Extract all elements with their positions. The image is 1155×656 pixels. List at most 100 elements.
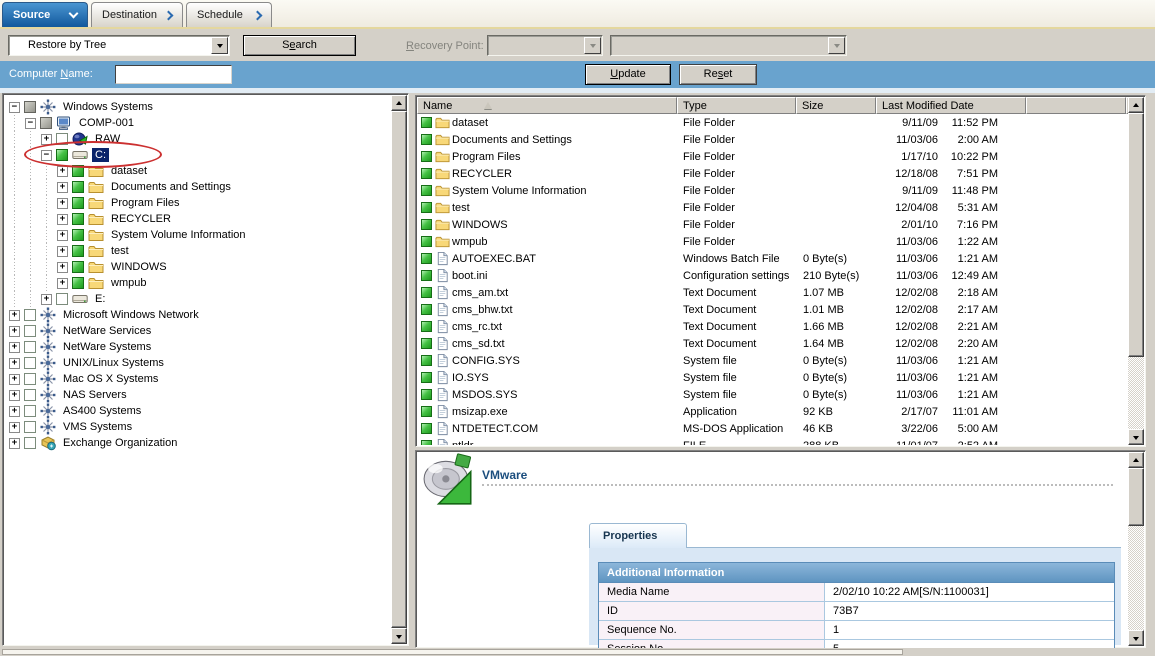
- expand-icon[interactable]: +: [57, 166, 68, 177]
- file-row[interactable]: cms_sd.txtText Document1.64 MB12/02/082:…: [417, 335, 1128, 352]
- file-row[interactable]: boot.iniConfiguration settings210 Byte(s…: [417, 267, 1128, 284]
- file-row[interactable]: RECYCLERFile Folder12/18/087:51 PM: [417, 165, 1128, 182]
- file-checkbox-checked[interactable]: [421, 440, 432, 445]
- tree-item-label[interactable]: dataset: [108, 164, 150, 178]
- scroll-up-button[interactable]: [1128, 97, 1144, 113]
- tree-item-label[interactable]: AS400 Systems: [60, 404, 144, 418]
- expand-icon[interactable]: +: [41, 294, 52, 305]
- file-checkbox-checked[interactable]: [421, 287, 432, 298]
- tree-checkbox-checked[interactable]: [72, 261, 84, 273]
- tree-item-label[interactable]: E:: [92, 292, 108, 306]
- tree-item-label[interactable]: WINDOWS: [108, 260, 170, 274]
- tree-item-label[interactable]: Microsoft Windows Network: [60, 308, 202, 322]
- expand-icon[interactable]: +: [57, 230, 68, 241]
- expand-icon[interactable]: +: [9, 422, 20, 433]
- expand-icon[interactable]: +: [9, 438, 20, 449]
- expand-icon[interactable]: +: [9, 390, 20, 401]
- expand-icon[interactable]: +: [57, 182, 68, 193]
- tree-checkbox-unchecked[interactable]: [24, 325, 36, 337]
- tree-item-label[interactable]: Windows Systems: [60, 100, 156, 114]
- tree-checkbox-unchecked[interactable]: [24, 357, 36, 369]
- file-row[interactable]: msizap.exeApplication92 KB2/17/0711:01 A…: [417, 403, 1128, 420]
- tree-checkbox-checked[interactable]: [72, 229, 84, 241]
- tree-item-label[interactable]: NAS Servers: [60, 388, 130, 402]
- tree-item-label[interactable]: UNIX/Linux Systems: [60, 356, 167, 370]
- expand-icon[interactable]: +: [57, 262, 68, 273]
- tree-item-label[interactable]: Mac OS X Systems: [60, 372, 161, 386]
- column-header-type[interactable]: Type: [677, 97, 796, 114]
- tree-checkbox-unchecked[interactable]: [24, 421, 36, 433]
- file-row[interactable]: Program FilesFile Folder1/17/1010:22 PM: [417, 148, 1128, 165]
- file-checkbox-checked[interactable]: [421, 321, 432, 332]
- file-checkbox-checked[interactable]: [421, 134, 432, 145]
- tree-item-label[interactable]: Program Files: [108, 196, 182, 210]
- dropdown-arrow-icon[interactable]: [211, 37, 228, 54]
- tab-properties[interactable]: Properties: [589, 523, 687, 548]
- reset-button[interactable]: Reset: [679, 64, 757, 85]
- tree-item-label[interactable]: NetWare Services: [60, 324, 154, 338]
- file-row[interactable]: datasetFile Folder9/11/0911:52 PM: [417, 114, 1128, 131]
- details-scrollbar[interactable]: [1128, 452, 1144, 646]
- file-checkbox-checked[interactable]: [421, 304, 432, 315]
- file-checkbox-checked[interactable]: [421, 253, 432, 264]
- scroll-down-button[interactable]: [1128, 429, 1144, 445]
- expand-icon[interactable]: +: [9, 326, 20, 337]
- tree-item-label[interactable]: Exchange Organization: [60, 436, 180, 450]
- tree-checkbox-checked[interactable]: [72, 277, 84, 289]
- file-row[interactable]: cms_bhw.txtText Document1.01 MB12/02/082…: [417, 301, 1128, 318]
- file-checkbox-checked[interactable]: [421, 355, 432, 366]
- expand-icon[interactable]: +: [9, 374, 20, 385]
- column-header-last-modified-date[interactable]: Last Modified Date: [876, 97, 1026, 114]
- tree-checkbox-unchecked[interactable]: [24, 389, 36, 401]
- tree-checkbox-partial[interactable]: [24, 101, 36, 113]
- file-checkbox-checked[interactable]: [421, 338, 432, 349]
- file-row[interactable]: Documents and SettingsFile Folder11/03/0…: [417, 131, 1128, 148]
- file-row[interactable]: cms_am.txtText Document1.07 MB12/02/082:…: [417, 284, 1128, 301]
- file-row[interactable]: testFile Folder12/04/085:31 AM: [417, 199, 1128, 216]
- file-checkbox-checked[interactable]: [421, 270, 432, 281]
- file-row[interactable]: ntldrFILE288 KB11/01/072:52 AM: [417, 437, 1128, 445]
- scrollbar-thumb[interactable]: [391, 111, 407, 628]
- computer-name-input[interactable]: [115, 65, 232, 84]
- tree-item-label[interactable]: C:: [92, 148, 109, 162]
- tree-checkbox-unchecked[interactable]: [24, 405, 36, 417]
- tree-item-label[interactable]: RECYCLER: [108, 212, 174, 226]
- file-row[interactable]: wmpubFile Folder11/03/061:22 AM: [417, 233, 1128, 250]
- tree-checkbox-unchecked[interactable]: [24, 341, 36, 353]
- tree-checkbox-unchecked[interactable]: [56, 293, 68, 305]
- scrollbar-thumb[interactable]: [1128, 468, 1144, 526]
- tab-destination[interactable]: Destination: [91, 2, 183, 27]
- file-checkbox-checked[interactable]: [421, 236, 432, 247]
- search-button[interactable]: Search: [243, 35, 356, 56]
- file-row[interactable]: cms_rc.txtText Document1.66 MB12/02/082:…: [417, 318, 1128, 335]
- expand-icon[interactable]: +: [9, 358, 20, 369]
- scroll-up-button[interactable]: [1128, 452, 1144, 468]
- collapse-icon[interactable]: −: [9, 102, 20, 113]
- file-checkbox-checked[interactable]: [421, 219, 432, 230]
- file-checkbox-checked[interactable]: [421, 202, 432, 213]
- file-list-scrollbar[interactable]: [1128, 97, 1144, 445]
- tree-checkbox-checked[interactable]: [72, 213, 84, 225]
- tree-item-label[interactable]: NetWare Systems: [60, 340, 154, 354]
- tree-checkbox-unchecked[interactable]: [24, 373, 36, 385]
- tree-checkbox-checked[interactable]: [72, 197, 84, 209]
- collapse-icon[interactable]: −: [25, 118, 36, 129]
- column-header-size[interactable]: Size: [796, 97, 876, 114]
- tree-checkbox-unchecked[interactable]: [56, 133, 68, 145]
- file-checkbox-checked[interactable]: [421, 185, 432, 196]
- tree-checkbox-checked[interactable]: [72, 165, 84, 177]
- tree-item-label[interactable]: RAW: [92, 132, 123, 146]
- tree-checkbox-partial[interactable]: [40, 117, 52, 129]
- expand-icon[interactable]: +: [57, 246, 68, 257]
- column-header-name[interactable]: Name: [417, 97, 677, 114]
- tree-item-label[interactable]: VMS Systems: [60, 420, 135, 434]
- expand-icon[interactable]: +: [57, 278, 68, 289]
- file-row[interactable]: IO.SYSSystem file0 Byte(s)11/03/061:21 A…: [417, 369, 1128, 386]
- file-checkbox-checked[interactable]: [421, 151, 432, 162]
- file-row[interactable]: CONFIG.SYSSystem file0 Byte(s)11/03/061:…: [417, 352, 1128, 369]
- file-checkbox-checked[interactable]: [421, 372, 432, 383]
- file-checkbox-checked[interactable]: [421, 117, 432, 128]
- scroll-down-button[interactable]: [391, 628, 407, 644]
- file-row[interactable]: System Volume InformationFile Folder9/11…: [417, 182, 1128, 199]
- update-button[interactable]: Update: [585, 64, 671, 85]
